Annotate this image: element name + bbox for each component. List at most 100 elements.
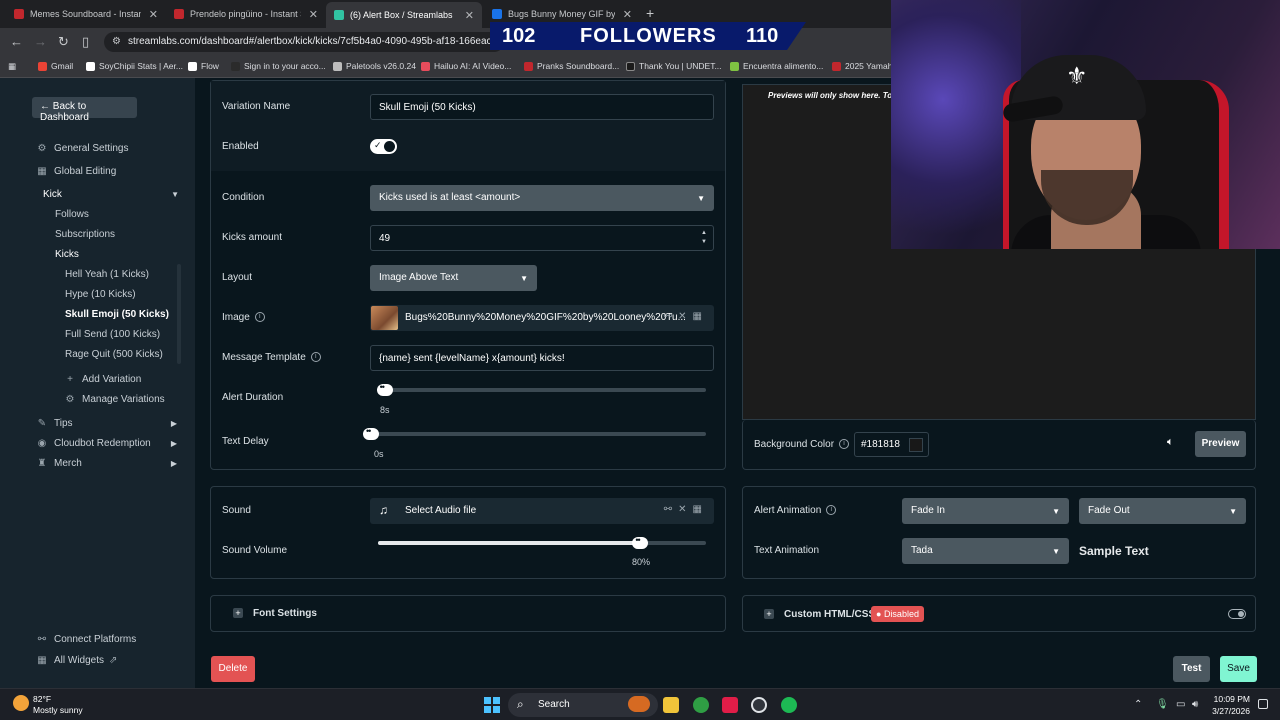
sidebar-item-follows[interactable]: Follows	[55, 209, 89, 220]
save-button[interactable]: Save	[1220, 656, 1257, 682]
slider-handle[interactable]	[363, 426, 379, 440]
tab-alert-box[interactable]: (6) Alert Box / Streamlabs ✕	[326, 2, 482, 28]
file-explorer-icon[interactable]	[663, 697, 679, 713]
weather-icon[interactable]	[13, 695, 29, 711]
bookmark-signin[interactable]: Sign in to your acco...	[231, 61, 326, 71]
taskbar-clock[interactable]: 10:09 PM 3/27/2026	[1200, 693, 1250, 717]
tab-bugs-bunny[interactable]: Bugs Bunny Money GIF by Loo ✕	[484, 4, 640, 24]
back-arrow-icon[interactable]: ←	[10, 34, 23, 49]
sidebar-item-merch[interactable]: ♜ Merch ▶	[36, 458, 181, 469]
bookmark-flow[interactable]: Flow	[188, 61, 219, 71]
grid-icon[interactable]: ▦	[693, 311, 708, 322]
info-icon[interactable]: i	[310, 352, 321, 363]
custom-html-toggle[interactable]	[1228, 609, 1246, 619]
taskbar-search[interactable]: ⌕ Search	[508, 693, 658, 717]
notifications-icon[interactable]	[1258, 699, 1268, 709]
add-variation-button[interactable]: + Add Variation	[64, 374, 141, 385]
delete-button[interactable]: Delete	[211, 656, 255, 682]
color-swatch[interactable]	[909, 438, 923, 452]
spotify-icon[interactable]	[781, 697, 797, 713]
variation-item[interactable]: Hype (10 Kicks)	[65, 289, 136, 300]
close-tab-icon[interactable]: ✕	[623, 8, 632, 21]
bookmark-soychipii[interactable]: SoyChipii Stats | Aer...	[86, 61, 183, 71]
speaker-icon[interactable]: 🔈︎	[1167, 436, 1174, 449]
weather-widget[interactable]: 82°F Mostly sunny	[33, 694, 83, 716]
reload-icon[interactable]: ↻	[58, 34, 69, 50]
sidebar-item-tips[interactable]: ✎ Tips ▶	[36, 418, 181, 429]
condition-select[interactable]: Kicks used is at least <amount> ▼	[370, 185, 714, 211]
text-animation-select[interactable]: Tada ▼	[902, 538, 1069, 564]
variations-scrollbar[interactable]	[177, 264, 181, 364]
sidebar-item-global-editing[interactable]: ▦ Global Editing	[36, 166, 116, 177]
network-icon[interactable]: ▭	[1176, 699, 1185, 710]
connect-platforms-link[interactable]: ⚯ Connect Platforms	[36, 634, 136, 645]
variation-item-selected[interactable]: Skull Emoji (50 Kicks)	[65, 309, 169, 320]
enabled-toggle[interactable]: ✓	[370, 139, 397, 154]
variation-item[interactable]: Hell Yeah (1 Kicks)	[65, 269, 149, 280]
url-field[interactable]: ⚙ streamlabs.com/dashboard#/alertbox/kic…	[104, 32, 504, 52]
link-icon[interactable]: ⚯	[664, 311, 678, 322]
layout-select[interactable]: Image Above Text ▼	[370, 265, 537, 291]
all-widgets-link[interactable]: ▦ All Widgets ⇗	[36, 655, 117, 666]
alert-duration-slider[interactable]	[376, 382, 706, 396]
tab-memes-soundboard[interactable]: Memes Soundboard - Instant Sou ✕	[6, 4, 166, 24]
apps-grid-icon[interactable]: ▦	[8, 61, 16, 72]
link-icon[interactable]: ⚯	[664, 504, 678, 515]
tab-prendelo[interactable]: Prendelo pingüino - Instant Sou ✕	[166, 4, 326, 24]
back-to-dashboard-button[interactable]: ← Back to Dashboard	[32, 97, 137, 123]
obs-icon[interactable]	[751, 697, 767, 713]
sidebar-item-general-settings[interactable]: ⚙ General Settings	[36, 143, 129, 154]
expand-plus-icon[interactable]: +	[764, 609, 774, 619]
chrome-icon[interactable]	[693, 697, 709, 713]
slider-handle[interactable]	[376, 382, 393, 396]
sidebar-item-kick[interactable]: Kick ▼	[43, 189, 183, 200]
preview-button[interactable]: Preview	[1195, 431, 1246, 457]
font-settings-card[interactable]: + Font Settings	[210, 595, 726, 632]
slider-handle[interactable]	[632, 535, 649, 549]
bookmark-pranks[interactable]: Pranks Soundboard...	[524, 61, 619, 71]
animation-out-select[interactable]: Fade Out ▼	[1079, 498, 1246, 524]
bookmark-yamaha[interactable]: 2025 Yamaha	[832, 61, 897, 71]
variation-item[interactable]: Rage Quit (500 Kicks)	[65, 349, 163, 360]
bookmark-hailuo[interactable]: Hailuo AI: AI Video...	[421, 61, 511, 71]
new-tab-icon[interactable]: +	[646, 5, 654, 21]
sidebar-item-kicks[interactable]: Kicks	[55, 249, 79, 260]
microphone-icon[interactable]: 🎙︎	[1156, 699, 1169, 710]
sidebar-item-cloudbot[interactable]: ◉ Cloudbot Redemption ▶	[36, 438, 181, 449]
close-tab-icon[interactable]: ✕	[149, 8, 158, 21]
close-icon[interactable]: ✕	[678, 504, 692, 515]
background-color-input[interactable]: #181818	[854, 432, 929, 457]
close-tab-icon[interactable]: ✕	[465, 9, 474, 22]
info-icon[interactable]: i	[254, 312, 265, 323]
tray-chevron-icon[interactable]: ⌃	[1134, 699, 1142, 710]
side-panel-icon[interactable]: ▯	[82, 34, 89, 50]
bookmark-thankyou[interactable]: Thank You | UNDET...	[626, 61, 722, 71]
manage-variations-button[interactable]: ⚙ Manage Variations	[64, 394, 165, 405]
expand-plus-icon[interactable]: +	[233, 608, 243, 618]
bookmark-paletools[interactable]: Paletools v26.0.24	[333, 61, 416, 71]
close-tab-icon[interactable]: ✕	[309, 8, 318, 21]
test-button[interactable]: Test	[1173, 656, 1210, 682]
bookmark-encuentra[interactable]: Encuentra alimento...	[730, 61, 823, 71]
number-stepper-icon[interactable]: ▲ ▼	[701, 229, 707, 247]
image-file-row[interactable]: Bugs%20Bunny%20Money%20GIF%20by%20Looney…	[370, 305, 714, 331]
variation-name-input[interactable]: Skull Emoji (50 Kicks)	[370, 94, 714, 120]
grid-icon[interactable]: ▦	[693, 504, 708, 515]
message-template-input[interactable]: {name} sent {levelName} x{amount} kicks!	[370, 345, 714, 371]
close-icon[interactable]: ✕	[678, 311, 692, 322]
sound-volume-slider[interactable]	[378, 535, 706, 549]
info-icon[interactable]: i	[826, 505, 837, 516]
animation-in-select[interactable]: Fade In ▼	[902, 498, 1069, 524]
windows-start-icon[interactable]	[484, 697, 500, 713]
bookmark-gmail[interactable]: Gmail	[38, 61, 73, 71]
text-delay-slider[interactable]	[363, 426, 706, 440]
volume-icon[interactable]: 🔊︎	[1192, 699, 1198, 710]
forward-arrow-icon[interactable]: →	[34, 34, 47, 49]
capcut-icon[interactable]	[722, 697, 738, 713]
kicks-amount-input[interactable]: 49 ▲ ▼	[370, 225, 714, 251]
site-info-icon[interactable]: ⚙	[112, 36, 121, 47]
variation-item[interactable]: Full Send (100 Kicks)	[65, 329, 160, 340]
custom-html-card[interactable]: + Custom HTML/CSS ● Disabled	[742, 595, 1256, 632]
sidebar-item-subscriptions[interactable]: Subscriptions	[55, 229, 115, 240]
sound-file-row[interactable]: ♫ Select Audio file ⚯✕▦	[370, 498, 714, 524]
